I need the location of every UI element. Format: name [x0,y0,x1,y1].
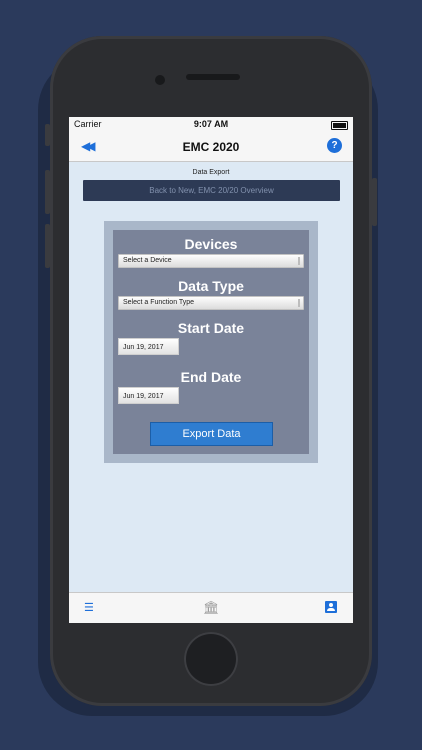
battery-icon [331,121,348,130]
export-panel-frame: Devices Select a Device Data Type Select… [104,221,318,463]
volume-up-button [45,170,50,214]
export-panel: Devices Select a Device Data Type Select… [113,230,309,454]
app-screen: Carrier 9:07 AM ◀◀ EMC 2020 ? Data Expor… [69,117,353,623]
end-date-heading: End Date [180,369,242,385]
list-icon[interactable]: ☰ [84,603,94,614]
navigation-bar: ◀◀ EMC 2020 ? [69,132,353,162]
main-content: Data Export Back to New, EMC 20/20 Overv… [69,162,353,593]
end-date-picker[interactable]: Jun 19, 2017 [118,387,179,404]
start-date-picker[interactable]: Jun 19, 2017 [118,338,179,355]
page-title: EMC 2020 [182,139,240,154]
start-date-heading: Start Date [177,320,245,336]
power-button [372,178,377,226]
export-data-button[interactable]: Export Data [150,422,273,446]
contact-icon[interactable] [325,601,337,613]
status-bar: Carrier 9:07 AM [69,117,353,132]
section-label: Data Export [192,169,230,176]
device-select[interactable]: Select a Device [118,254,304,268]
tab-bar: ☰ 🏛 [69,592,353,623]
home-button[interactable] [184,632,238,686]
devices-heading: Devices [184,236,238,252]
status-time: 9:07 AM [193,119,229,129]
back-to-overview-button[interactable]: Back to New, EMC 20/20 Overview [83,180,340,201]
volume-down-button [45,224,50,268]
function-type-select[interactable]: Select a Function Type [118,296,304,310]
datatype-heading: Data Type [178,278,244,294]
rewind-icon[interactable]: ◀◀ [81,139,96,153]
bank-icon[interactable]: 🏛 [203,600,220,616]
speaker-grille [186,74,240,80]
help-icon[interactable]: ? [327,138,342,153]
front-camera [155,75,165,85]
mute-switch [45,124,50,146]
